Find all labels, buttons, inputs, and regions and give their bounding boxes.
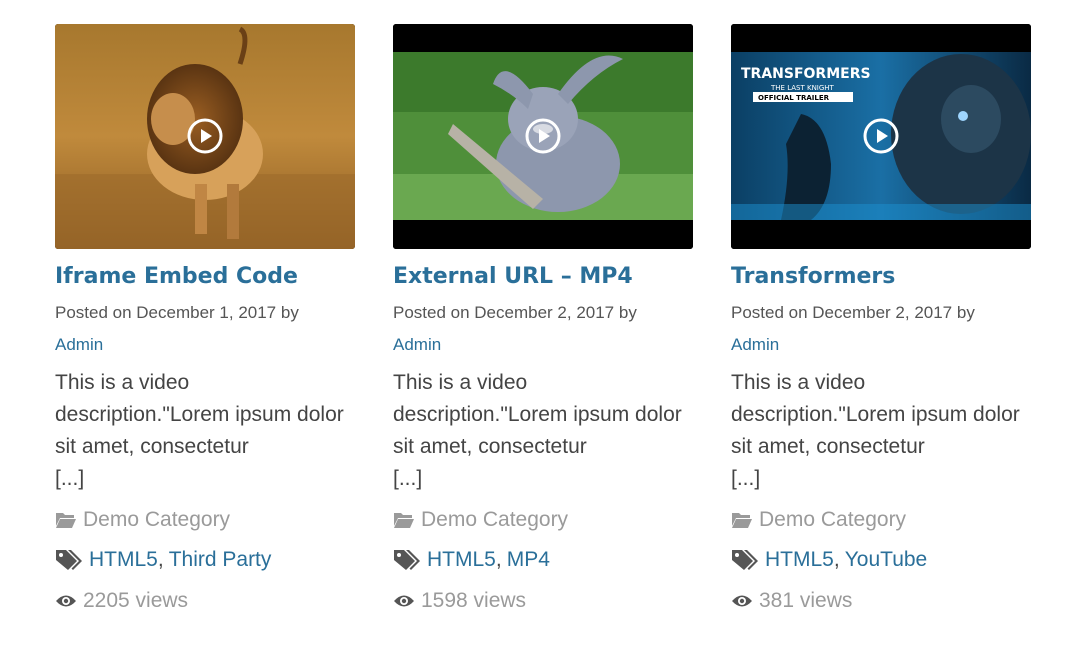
post-title-link[interactable]: External URL – MP4 <box>393 263 693 291</box>
play-circle-icon[interactable] <box>863 118 899 154</box>
category-row: Demo Category <box>393 505 693 535</box>
tags-row: HTML5, YouTube <box>731 545 1031 575</box>
read-more-ellipsis: [...] <box>731 467 761 490</box>
category-row: Demo Category <box>731 505 1031 535</box>
author-link[interactable]: Admin <box>55 329 355 361</box>
author-link[interactable]: Admin <box>731 329 1031 361</box>
description-text: This is a video description."Lorem ipsum… <box>731 371 1020 458</box>
views-row: 381 views <box>731 586 1031 616</box>
folder-open-icon <box>56 513 76 528</box>
tags-row: HTML5, Third Party <box>55 545 355 575</box>
read-more-ellipsis: [...] <box>55 467 85 490</box>
views-count: 2205 views <box>83 589 189 612</box>
tag-link[interactable]: Third Party <box>169 545 272 575</box>
views-row: 1598 views <box>393 586 693 616</box>
author-link[interactable]: Admin <box>393 329 693 361</box>
tag-link[interactable]: YouTube <box>845 545 928 575</box>
description-text: This is a video description."Lorem ipsum… <box>55 371 344 458</box>
tags-icon <box>732 550 758 570</box>
video-card: Iframe Embed Code Posted on December 1, … <box>55 24 355 616</box>
category-row: Demo Category <box>55 505 355 535</box>
folder-open-icon <box>394 513 414 528</box>
overlay-trailer-label: OFFICIAL TRAILER <box>758 94 830 102</box>
read-more-ellipsis: [...] <box>393 467 423 490</box>
category-label: Demo Category <box>83 508 231 531</box>
folder-open-icon <box>732 513 752 528</box>
eye-icon <box>732 595 752 607</box>
eye-icon <box>56 595 76 607</box>
tag-link[interactable]: HTML5 <box>427 545 496 575</box>
video-card: TRANSFORMERS THE LAST KNIGHT OFFICIAL TR… <box>731 24 1031 616</box>
video-grid: Iframe Embed Code Posted on December 1, … <box>55 24 1031 616</box>
overlay-title: TRANSFORMERS <box>741 66 871 82</box>
video-thumbnail[interactable] <box>55 24 355 249</box>
tag-link[interactable]: MP4 <box>507 545 550 575</box>
views-row: 2205 views <box>55 586 355 616</box>
tags-icon <box>56 550 82 570</box>
post-description: This is a video description."Lorem ipsum… <box>393 367 693 495</box>
eye-icon <box>394 595 414 607</box>
tag-separator: , <box>495 548 502 571</box>
tag-link[interactable]: HTML5 <box>89 545 158 575</box>
tags-icon <box>394 550 420 570</box>
posted-on-text: Posted on December 2, 2017 by <box>731 303 975 322</box>
video-card: External URL – MP4 Posted on December 2,… <box>393 24 693 616</box>
posted-on-text: Posted on December 2, 2017 by <box>393 303 637 322</box>
post-meta: Posted on December 2, 2017 by Admin <box>393 297 693 361</box>
description-text: This is a video description."Lorem ipsum… <box>393 371 682 458</box>
tag-separator: , <box>157 548 164 571</box>
post-meta: Posted on December 2, 2017 by Admin <box>731 297 1031 361</box>
posted-on-text: Posted on December 1, 2017 by <box>55 303 299 322</box>
category-label: Demo Category <box>421 508 569 531</box>
category-label: Demo Category <box>759 508 907 531</box>
tags-row: HTML5, MP4 <box>393 545 693 575</box>
post-meta: Posted on December 1, 2017 by Admin <box>55 297 355 361</box>
tag-separator: , <box>833 548 840 571</box>
post-title-link[interactable]: Transformers <box>731 263 1031 291</box>
views-count: 1598 views <box>421 589 527 612</box>
video-thumbnail[interactable] <box>393 24 693 249</box>
video-thumbnail[interactable]: TRANSFORMERS THE LAST KNIGHT OFFICIAL TR… <box>731 24 1031 249</box>
post-description: This is a video description."Lorem ipsum… <box>55 367 355 495</box>
post-title-link[interactable]: Iframe Embed Code <box>55 263 355 291</box>
overlay-subtitle: THE LAST KNIGHT <box>770 84 835 92</box>
tag-link[interactable]: HTML5 <box>765 545 834 575</box>
play-circle-icon[interactable] <box>187 118 223 154</box>
views-count: 381 views <box>759 589 853 612</box>
post-description: This is a video description."Lorem ipsum… <box>731 367 1031 495</box>
play-circle-icon[interactable] <box>525 118 561 154</box>
